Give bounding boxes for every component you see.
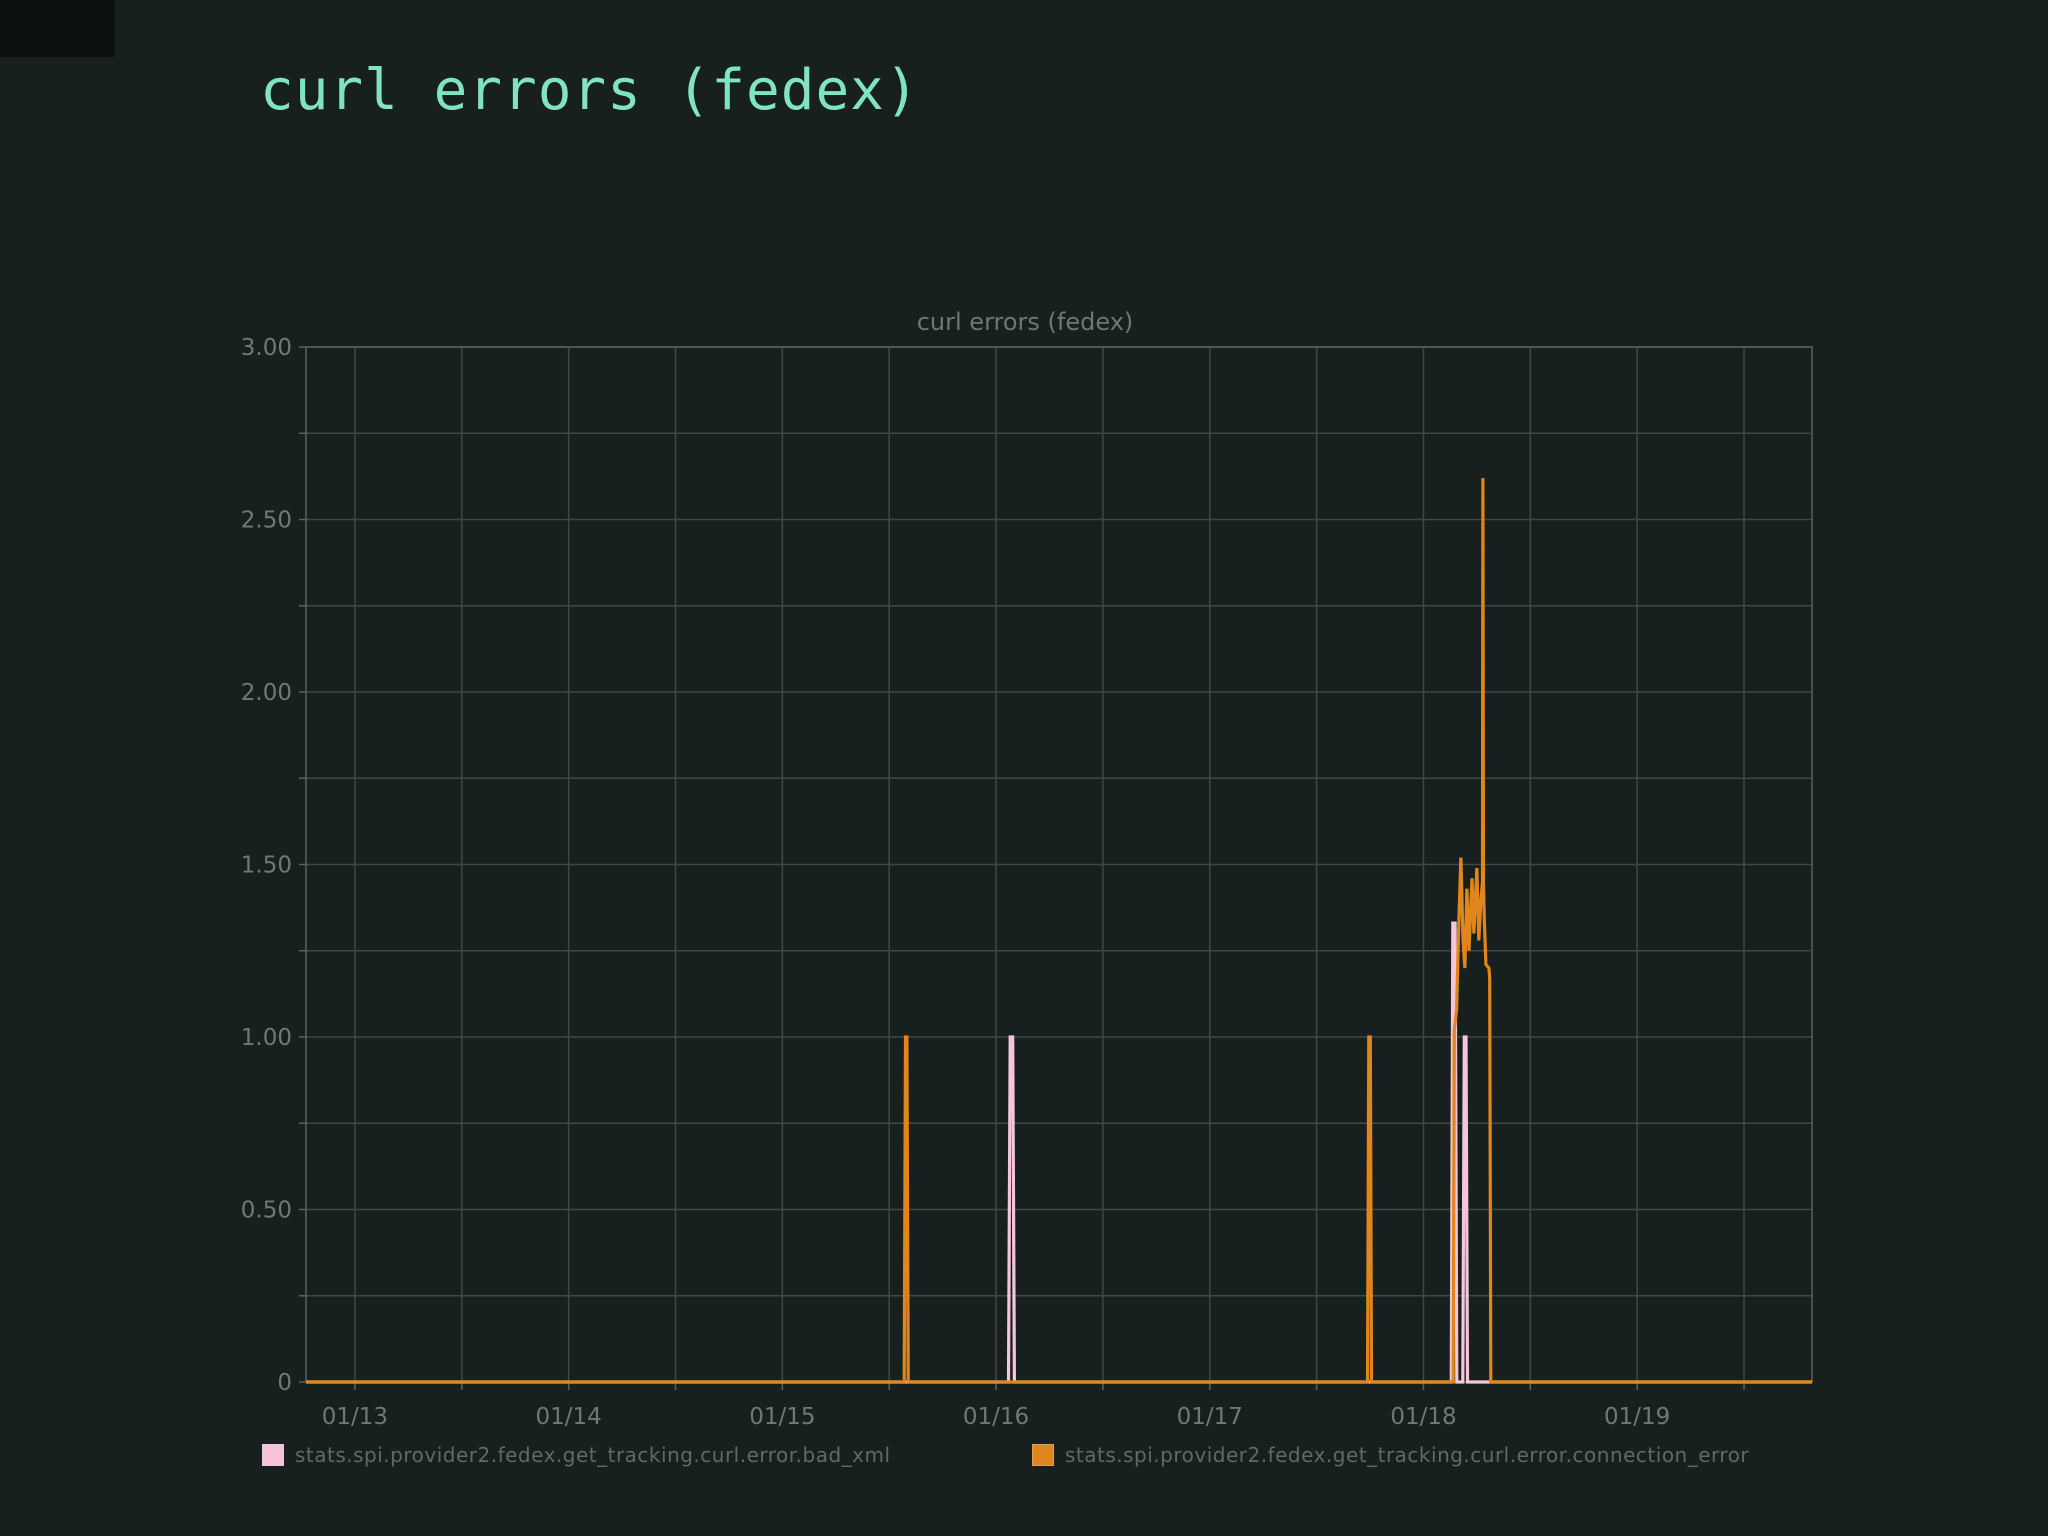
page-title: curl errors (fedex)	[260, 58, 920, 123]
y-tick-label: 3.00	[241, 335, 292, 361]
x-tick-label: 01/17	[1177, 1404, 1243, 1430]
x-tick-label: 01/19	[1604, 1404, 1670, 1430]
y-tick-label: 2.00	[241, 680, 292, 706]
legend-swatch-bad-xml	[262, 1444, 284, 1466]
x-tick-label: 01/15	[749, 1404, 815, 1430]
legend-item-bad-xml[interactable]: stats.spi.provider2.fedex.get_tracking.c…	[262, 1443, 891, 1467]
legend-swatch-connection-error	[1032, 1444, 1054, 1466]
series-line-0	[306, 921, 1812, 1384]
y-tick-label: 1.00	[241, 1025, 292, 1051]
chart-title: curl errors (fedex)	[917, 308, 1134, 336]
x-tick-label: 01/13	[322, 1404, 388, 1430]
y-tick-label: 1.50	[241, 853, 292, 879]
graph-canvas[interactable]: 0 0.50 1.00 1.50 2.00 2.50 3.00 01/13 01/14 01/15…	[240, 300, 1830, 1500]
legend-label-bad-xml: stats.spi.provider2.fedex.get_tracking.c…	[295, 1443, 891, 1467]
y-tick-label: 0.50	[241, 1198, 292, 1224]
x-tick-label: 01/14	[535, 1404, 601, 1430]
chart-legend: stats.spi.provider2.fedex.get_tracking.c…	[0, 1443, 2048, 1483]
x-tick-label: 01/16	[963, 1404, 1029, 1430]
legend-label-connection-error: stats.spi.provider2.fedex.get_tracking.c…	[1065, 1443, 1750, 1467]
y-tick-label: 0	[277, 1370, 292, 1396]
screen-corner-shade	[0, 0, 115, 57]
chart-svg: 0 0.50 1.00 1.50 2.00 2.50 3.00 01/13 01/14 01/15…	[241, 308, 1813, 1430]
legend-item-connection-error[interactable]: stats.spi.provider2.fedex.get_tracking.c…	[1032, 1443, 1749, 1467]
series-line-1	[306, 478, 1812, 1384]
x-tick-label: 01/18	[1390, 1404, 1456, 1430]
y-tick-label: 2.50	[241, 508, 292, 534]
